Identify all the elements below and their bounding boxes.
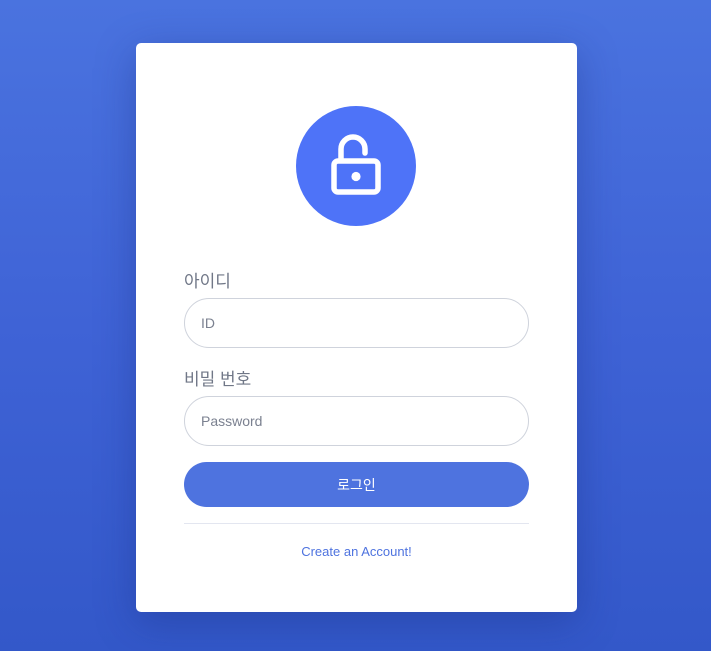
divider bbox=[184, 523, 529, 524]
login-card: 아이디 비밀 번호 로그인 Create an Account! bbox=[136, 43, 577, 612]
login-button[interactable]: 로그인 bbox=[184, 462, 529, 507]
create-account-link[interactable]: Create an Account! bbox=[136, 544, 577, 559]
id-input[interactable] bbox=[184, 298, 529, 348]
unlock-icon bbox=[328, 133, 384, 200]
lock-badge bbox=[296, 106, 416, 226]
id-label: 아이디 bbox=[184, 272, 231, 291]
password-label: 비밀 번호 bbox=[184, 370, 252, 389]
password-input[interactable] bbox=[184, 396, 529, 446]
